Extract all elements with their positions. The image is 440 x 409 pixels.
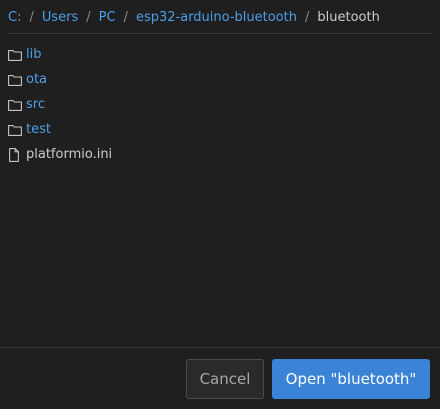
cancel-button[interactable]: Cancel [186, 359, 264, 399]
folder-icon [8, 123, 22, 137]
folder-picker-dialog: C: / Users / PC / esp32-arduino-bluetoot… [0, 0, 440, 409]
dialog-footer: Cancel Open "bluetooth" [0, 347, 440, 409]
entry-name: ota [26, 72, 48, 87]
breadcrumb-item-current: bluetooth [317, 9, 380, 25]
folder-icon [8, 48, 22, 62]
folder-entry-ota[interactable]: ota [8, 67, 432, 92]
breadcrumb-separator: / [304, 9, 310, 25]
folder-entry-test[interactable]: test [8, 117, 432, 142]
entry-name: src [26, 97, 45, 112]
divider [8, 33, 433, 34]
breadcrumb-item-pc[interactable]: PC [99, 10, 116, 25]
open-button[interactable]: Open "bluetooth" [272, 359, 430, 399]
folder-entry-lib[interactable]: lib [8, 42, 432, 67]
breadcrumb-separator: / [29, 9, 34, 25]
folder-entry-src[interactable]: src [8, 92, 432, 117]
file-entry-platformio-ini[interactable]: platformio.ini [8, 142, 432, 167]
entry-name: lib [26, 47, 42, 62]
entry-name: platformio.ini [26, 147, 113, 162]
breadcrumb-separator: / [86, 9, 91, 25]
folder-icon [8, 73, 22, 87]
breadcrumb-item-c[interactable]: C: [8, 10, 21, 25]
entry-name: test [26, 122, 51, 137]
breadcrumb: C: / Users / PC / esp32-arduino-bluetoot… [8, 7, 432, 27]
file-list: lib ota src test platformio.ini [8, 42, 432, 167]
breadcrumb-separator: / [123, 9, 128, 25]
folder-icon [8, 98, 22, 112]
breadcrumb-item-esp32-arduino-bluetooth[interactable]: esp32-arduino-bluetooth [136, 10, 297, 25]
file-icon [8, 147, 22, 162]
breadcrumb-item-users[interactable]: Users [42, 10, 78, 25]
